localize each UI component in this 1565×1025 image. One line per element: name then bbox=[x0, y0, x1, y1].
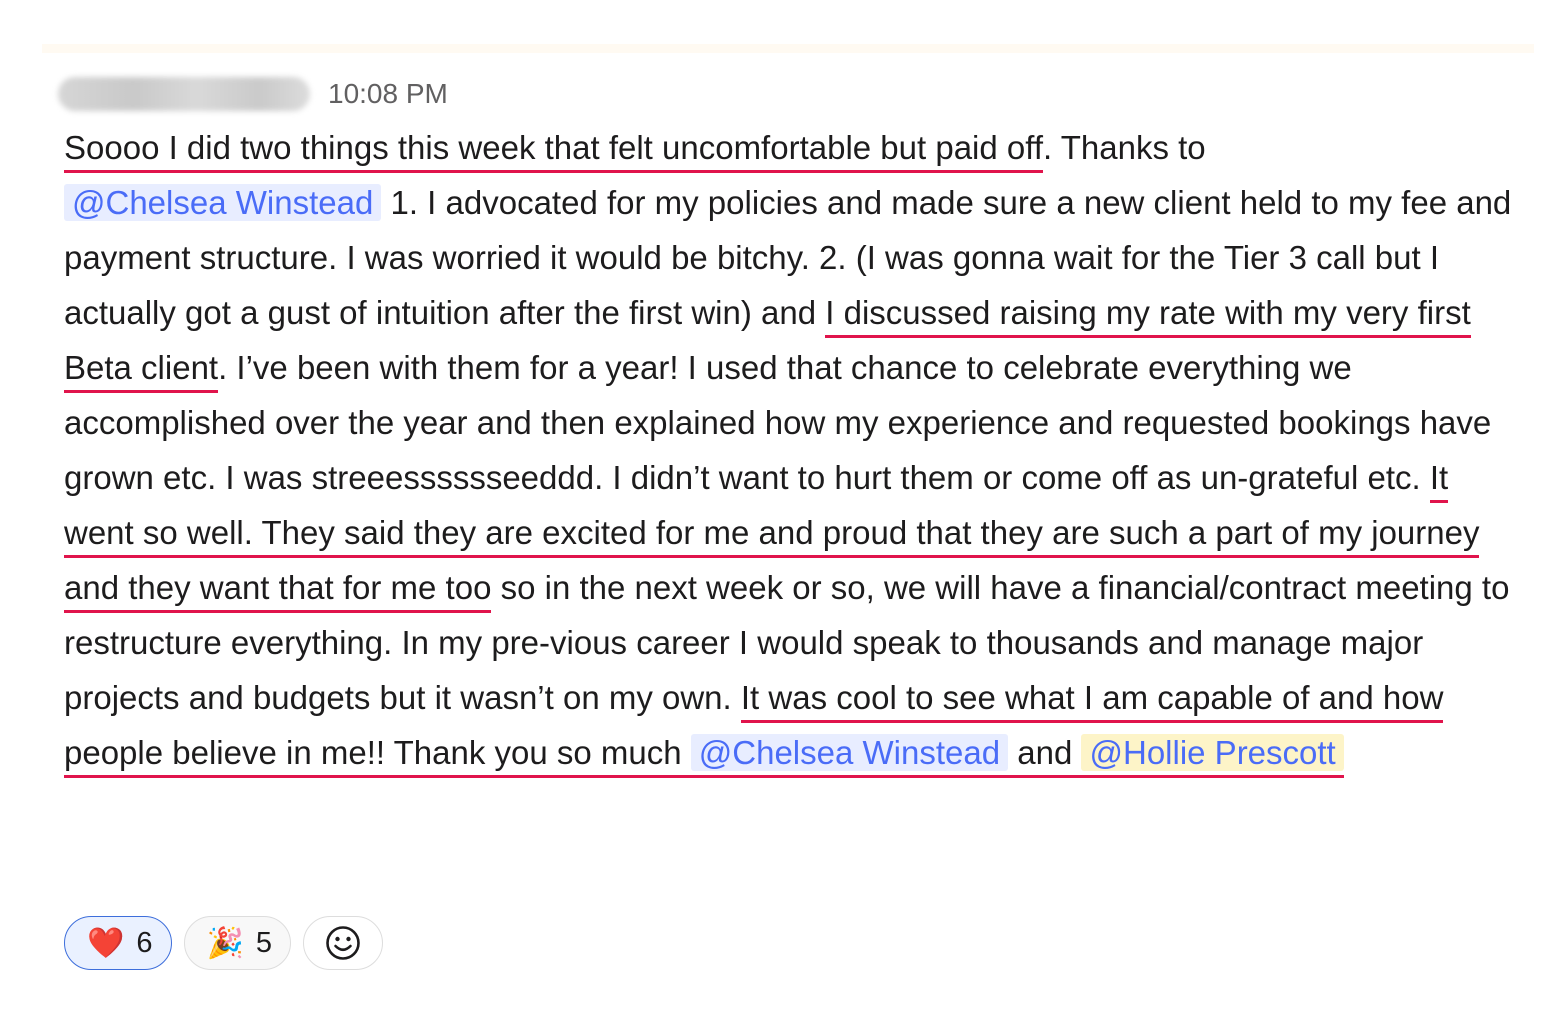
party-popper-icon: 🎉 bbox=[206, 926, 244, 960]
message: 10:08 PM Soooo I did two things this wee… bbox=[58, 68, 1534, 780]
timestamp[interactable]: 10:08 PM bbox=[328, 78, 448, 110]
mention-chelsea-winstead[interactable]: @Chelsea Winstead bbox=[64, 184, 382, 221]
reaction-party[interactable]: 🎉 5 bbox=[183, 916, 291, 970]
message-text: and bbox=[1017, 734, 1073, 771]
red-heart-icon: ❤️ bbox=[87, 926, 125, 960]
mention-chelsea-winstead[interactable]: @Chelsea Winstead bbox=[690, 734, 1009, 771]
reaction-count: 5 bbox=[255, 926, 272, 959]
reaction-heart[interactable]: ❤️ 6 bbox=[64, 916, 172, 970]
smiley-add-reaction-icon bbox=[326, 926, 360, 960]
message-text: . Thanks to bbox=[1043, 129, 1206, 166]
message-body: Soooo I did two things this week that fe… bbox=[64, 120, 1526, 780]
add-reaction-button[interactable] bbox=[303, 916, 383, 970]
mention-hollie-prescott[interactable]: @Hollie Prescott bbox=[1081, 734, 1344, 771]
reaction-count: 6 bbox=[136, 926, 153, 959]
message-text: . I’ve been with them for a year! I used… bbox=[64, 349, 1492, 496]
top-strip bbox=[42, 44, 1534, 53]
highlighted-text: Soooo I did two things this week that fe… bbox=[64, 129, 1043, 173]
author-name-blurred[interactable] bbox=[58, 77, 310, 111]
message-header: 10:08 PM bbox=[58, 68, 1534, 120]
reactions-bar: ❤️ 6 🎉 5 bbox=[64, 916, 383, 970]
